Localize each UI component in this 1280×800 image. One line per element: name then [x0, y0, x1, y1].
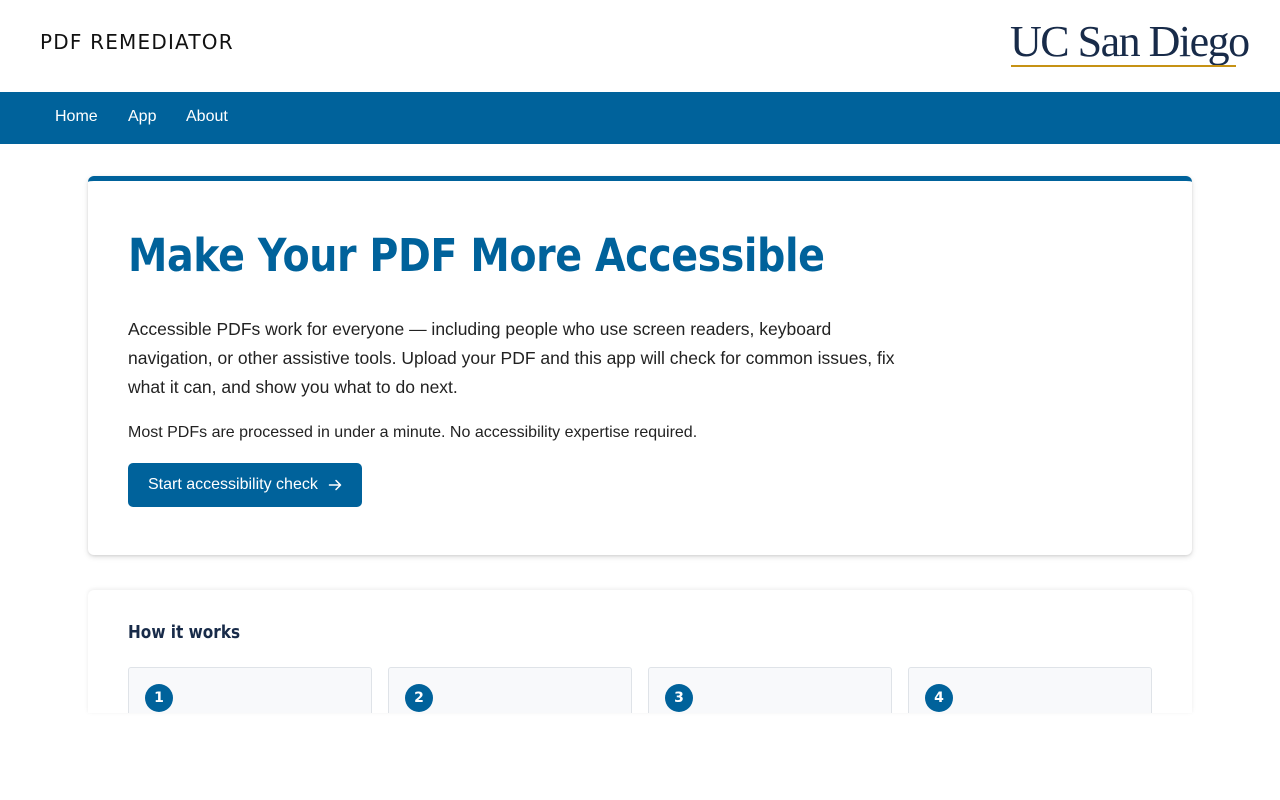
nav-link-home[interactable]: Home — [55, 108, 98, 126]
hero-note: Most PDFs are processed in under a minut… — [128, 424, 698, 441]
arrow-right-icon — [328, 479, 342, 491]
step-number-badge: 3 — [665, 684, 693, 712]
page-title: Make Your PDF More Accessible — [128, 229, 825, 282]
step-card-2: 2 — [388, 667, 632, 713]
start-accessibility-check-button[interactable]: Start accessibility check — [128, 463, 362, 507]
step-number-badge: 1 — [145, 684, 173, 712]
hero-description: Accessible PDFs work for everyone — incl… — [128, 319, 895, 397]
nav-link-about[interactable]: About — [186, 108, 228, 126]
site-brand[interactable]: PDF REMEDIATOR — [40, 30, 234, 54]
step-card-1: 1 — [128, 667, 372, 713]
how-it-works-title: How it works — [128, 622, 241, 643]
cta-label: Start accessibility check — [148, 476, 318, 493]
site-header: PDF REMEDIATOR UC San Diego — [0, 0, 1280, 92]
uc-san-diego-logo[interactable]: UC San Diego — [1010, 17, 1250, 72]
logo-text: UC San Diego — [1010, 17, 1250, 66]
how-it-works-card: How it works 1 2 3 4 — [88, 590, 1192, 713]
step-card-4: 4 — [908, 667, 1152, 713]
logo-underline — [1011, 65, 1236, 67]
step-number-badge: 2 — [405, 684, 433, 712]
main-nav: Home App About — [0, 92, 1280, 144]
nav-link-app[interactable]: App — [128, 108, 156, 126]
step-number-badge: 4 — [925, 684, 953, 712]
step-card-3: 3 — [648, 667, 892, 713]
hero-card: Make Your PDF More Accessible Accessible… — [88, 176, 1192, 555]
